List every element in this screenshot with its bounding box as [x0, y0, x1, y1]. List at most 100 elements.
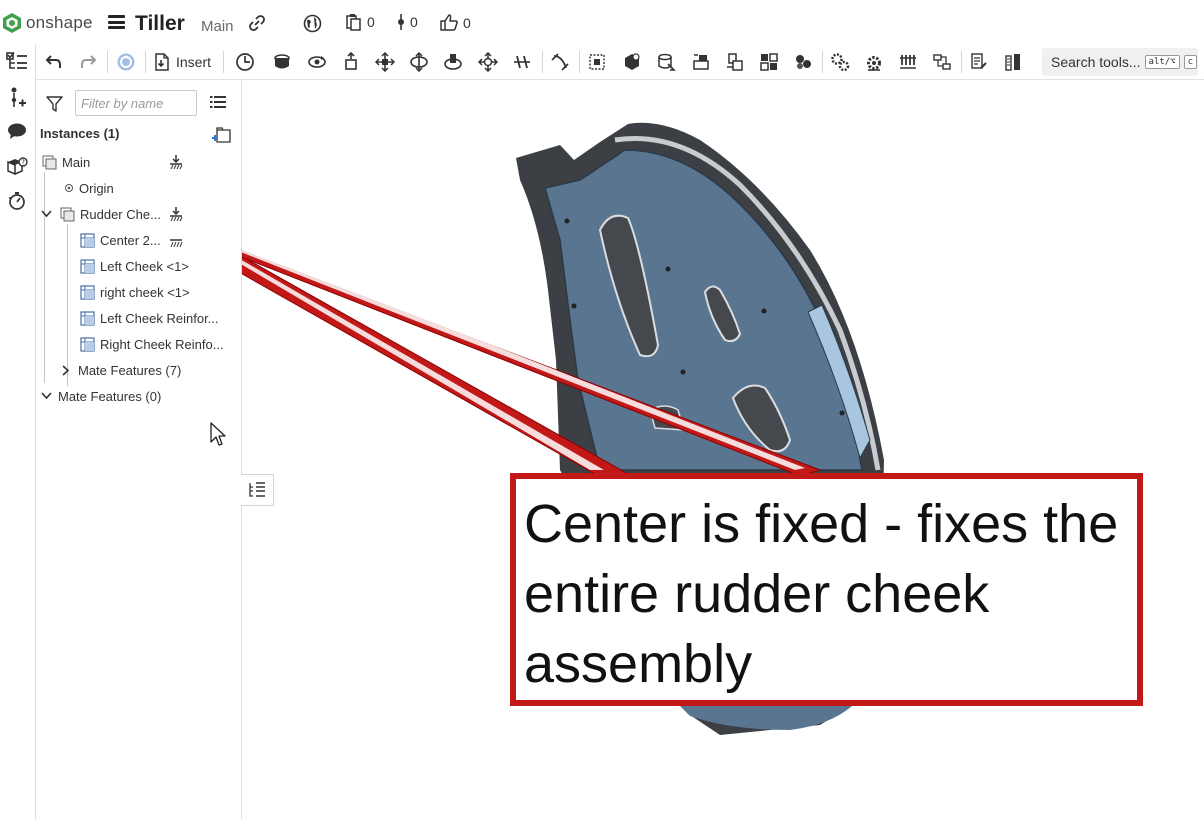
filter-icon[interactable]	[46, 96, 63, 112]
origin-icon	[65, 184, 73, 192]
add-instance-folder-icon[interactable]	[211, 127, 231, 144]
globe-icon[interactable]	[303, 14, 322, 33]
redo-icon[interactable]	[75, 50, 101, 74]
fixed-icon	[170, 207, 183, 222]
left-icon-rail: ?	[0, 44, 36, 819]
likes-counter[interactable]: 0	[439, 13, 471, 32]
mate-connector-icon[interactable]	[584, 50, 610, 74]
top-bar: onshape Tiller Main 0 0 0	[0, 0, 1204, 44]
parallel-mate-icon[interactable]	[509, 50, 535, 74]
group-icon[interactable]	[619, 50, 645, 74]
named-position-icon[interactable]	[232, 50, 258, 74]
part-studio-instance-icon	[80, 258, 95, 274]
tree-item-label: Mate Features (7)	[78, 362, 182, 378]
assembly-icon	[42, 155, 57, 169]
fixed-icon	[170, 155, 183, 170]
slider-mate-icon[interactable]	[338, 50, 364, 74]
cylindrical-mate-icon[interactable]	[406, 50, 432, 74]
chevron-down-icon[interactable]	[40, 208, 52, 220]
comments-icon[interactable]	[5, 119, 29, 143]
branches-count: 0	[410, 14, 418, 30]
mates-icon[interactable]	[5, 86, 29, 110]
relation-icon[interactable]	[688, 50, 714, 74]
list-view-icon[interactable]	[210, 95, 226, 109]
versions-counter[interactable]: 0	[345, 13, 375, 31]
undo-icon[interactable]	[41, 50, 67, 74]
chevron-down-icon[interactable]	[40, 390, 52, 402]
ball-mate-icon[interactable]	[475, 50, 501, 74]
link-icon[interactable]	[248, 14, 266, 32]
pin-slot-mate-icon[interactable]	[440, 50, 466, 74]
replicate-icon[interactable]	[653, 50, 679, 74]
tree-item-label: Right Cheek Reinfo...	[100, 336, 224, 352]
hamburger-icon[interactable]	[108, 15, 125, 29]
part-studio-instance-icon	[80, 336, 95, 352]
part-studio-instance-icon	[80, 232, 95, 248]
tree-item-mate-features[interactable]: Mate Features (0)	[40, 385, 161, 407]
graphics-viewport[interactable]	[242, 81, 1204, 819]
mate-values-icon[interactable]	[966, 50, 992, 74]
measure-icon[interactable]	[1000, 50, 1026, 74]
tree-item-left-cheek-reinforcement[interactable]: Left Cheek Reinfor...	[80, 307, 219, 329]
tree-item-main[interactable]: Main	[42, 151, 90, 173]
rudder-cheek-model[interactable]	[242, 81, 1204, 819]
fixed-icon	[170, 239, 183, 248]
tree-item-label: Center 2...	[100, 232, 161, 248]
tree-item-right-cheek[interactable]: right cheek <1>	[80, 281, 190, 303]
tree-item-sub-mate-features[interactable]: Mate Features (7)	[60, 359, 181, 381]
bom-icon[interactable]: ?	[5, 154, 29, 178]
update-icon[interactable]	[113, 50, 139, 74]
tree-item-label: Mate Features (0)	[58, 388, 162, 404]
gear-relation-icon[interactable]	[722, 50, 748, 74]
search-tools-label: Search tools...	[1051, 54, 1141, 70]
tree-item-label: Left Cheek Reinfor...	[100, 310, 219, 326]
like-icon	[440, 14, 458, 31]
document-title[interactable]: Tiller	[135, 12, 185, 36]
versions-icon	[346, 14, 361, 31]
tree-item-right-cheek-reinforcement[interactable]: Right Cheek Reinfo...	[80, 333, 224, 355]
branches-counter[interactable]: 0	[396, 13, 418, 31]
tree-item-center[interactable]: Center 2...	[80, 229, 161, 251]
feature-list-icon[interactable]	[5, 50, 29, 74]
insert-label: Insert	[176, 54, 212, 70]
subassembly-icon	[60, 207, 75, 221]
cheek-hole	[571, 303, 577, 309]
tree-item-label: Rudder Che...	[80, 206, 161, 222]
branch-icon	[398, 14, 404, 30]
tree-item-origin[interactable]: Origin	[64, 177, 114, 199]
tree-item-rudder-cheek-assembly[interactable]: Rudder Che...	[40, 203, 161, 225]
search-shortcut-key-2: c	[1183, 55, 1198, 69]
insert-button[interactable]: Insert	[154, 50, 211, 74]
versions-count: 0	[367, 14, 375, 30]
cheek-hole	[761, 308, 767, 314]
tree-item-label: right cheek <1>	[100, 284, 190, 300]
animation-icon[interactable]	[5, 189, 29, 213]
chevron-right-icon[interactable]	[60, 364, 72, 376]
brand-name: onshape	[26, 13, 93, 32]
pattern-icon[interactable]	[929, 50, 955, 74]
revolute-mate-icon[interactable]	[304, 50, 330, 74]
tree-item-left-cheek[interactable]: Left Cheek <1>	[80, 255, 189, 277]
cheek-lower-face	[680, 706, 852, 730]
rack-pinion-icon[interactable]	[756, 50, 782, 74]
tangent-mate-icon[interactable]	[547, 50, 573, 74]
assembly-toolbar: Insert Search tools... alt/⌥ c	[36, 44, 1204, 80]
onshape-app: onshape Tiller Main 0 0 0 ? Insert Searc…	[0, 0, 1204, 819]
tree-item-label: Left Cheek <1>	[100, 258, 189, 274]
layout-icon[interactable]	[895, 50, 921, 74]
fastened-mate-icon[interactable]	[269, 50, 295, 74]
cheek-hole	[680, 369, 686, 375]
cheek-hole	[839, 410, 845, 416]
filter-by-name-input[interactable]	[75, 90, 197, 116]
onshape-logo-icon[interactable]	[2, 12, 22, 34]
screw-relation-icon[interactable]	[790, 50, 816, 74]
svg-text:?: ?	[21, 159, 25, 167]
mouse-cursor-icon	[210, 422, 226, 446]
search-tools-button[interactable]: Search tools... alt/⌥ c	[1042, 48, 1198, 76]
explode-icon[interactable]	[861, 50, 887, 74]
insert-icon	[155, 53, 169, 71]
annotation-callout: Center is fixed - fixes the entire rudde…	[510, 473, 1143, 706]
workspace-name[interactable]: Main	[201, 18, 234, 35]
linear-relation-icon[interactable]	[827, 50, 853, 74]
planar-mate-icon[interactable]	[372, 50, 398, 74]
